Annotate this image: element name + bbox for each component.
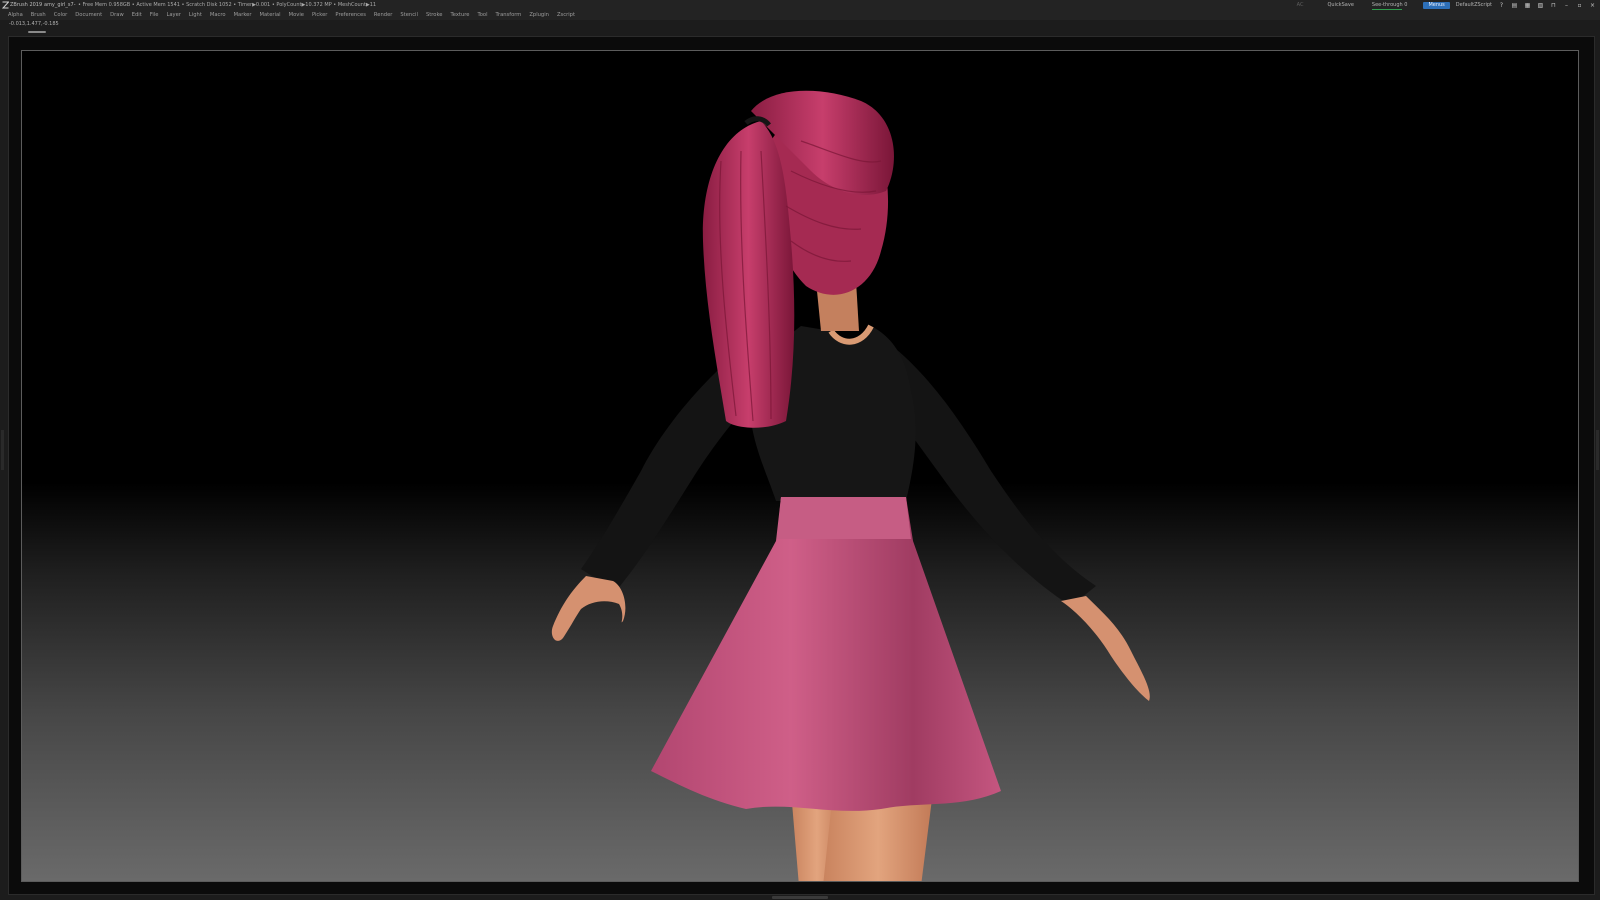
menu-picker[interactable]: Picker xyxy=(312,10,327,20)
menu-stencil[interactable]: Stencil xyxy=(400,10,418,20)
skirt xyxy=(651,497,1001,811)
menu-transform[interactable]: Transform xyxy=(496,10,522,20)
menu-stroke[interactable]: Stroke xyxy=(426,10,443,20)
restore-icon[interactable]: ▫ xyxy=(1576,2,1583,9)
lock-icon[interactable]: ⊓ xyxy=(1550,2,1557,9)
bottom-tray-handle[interactable] xyxy=(772,896,828,899)
menu-preferences[interactable]: Preferences xyxy=(335,10,366,20)
menu-document[interactable]: Document xyxy=(75,10,102,20)
menu-render[interactable]: Render xyxy=(374,10,392,20)
menu-zscript[interactable]: Zscript xyxy=(557,10,575,20)
quicksave-button[interactable]: QuickSave xyxy=(1327,0,1353,10)
see-through-label: See-through 0 xyxy=(1371,2,1408,8)
left-tray-handle[interactable] xyxy=(1,430,4,470)
right-hand xyxy=(1061,596,1150,701)
viewport-3d[interactable] xyxy=(21,50,1579,882)
skirt-waistband xyxy=(777,497,911,539)
menu-material[interactable]: Material xyxy=(260,10,281,20)
sculpted-character xyxy=(551,90,1150,881)
menu-movie[interactable]: Movie xyxy=(289,10,304,20)
layout-3-icon[interactable]: ▧ xyxy=(1537,2,1544,9)
menu-items: Alpha Brush Color Document Draw Edit File Layer… xyxy=(8,10,575,20)
layout-2-icon[interactable]: ▦ xyxy=(1524,2,1531,9)
menu-bar: Alpha Brush Color Document Draw Edit File Layer… xyxy=(0,10,1600,20)
menus-button[interactable]: Menus xyxy=(1423,1,1450,9)
zbrush-logo-icon xyxy=(2,1,9,9)
menu-texture[interactable]: Texture xyxy=(450,10,469,20)
document-name: amy_girl_s7- xyxy=(44,2,76,8)
memory-stats: • Free Mem 0.958GB • Active Mem 1541 • S… xyxy=(78,2,377,8)
palette-slider[interactable] xyxy=(28,31,46,33)
menu-file[interactable]: File xyxy=(150,10,159,20)
default-zscript-button[interactable]: DefaultZScript xyxy=(1456,0,1492,10)
help-icon[interactable]: ? xyxy=(1498,2,1505,9)
menu-marker[interactable]: Marker xyxy=(234,10,252,20)
app-title: ZBrush 2019 xyxy=(10,2,43,8)
left-hand xyxy=(551,576,626,641)
see-through-slider[interactable]: See-through 0 xyxy=(1371,0,1408,10)
menu-alpha[interactable]: Alpha xyxy=(8,10,23,20)
menu-zplugin[interactable]: Zplugin xyxy=(529,10,549,20)
minimize-icon[interactable]: – xyxy=(1563,2,1570,9)
menu-tool[interactable]: Tool xyxy=(477,10,487,20)
coordinates-readout: -0.013,1.477,-0.185 xyxy=(9,21,59,27)
layout-icon[interactable]: ▤ xyxy=(1511,2,1518,9)
close-icon[interactable]: × xyxy=(1589,2,1596,9)
menu-color[interactable]: Color xyxy=(54,10,68,20)
menu-edit[interactable]: Edit xyxy=(132,10,142,20)
right-tray-handle[interactable] xyxy=(1596,430,1599,470)
menu-light[interactable]: Light xyxy=(189,10,202,20)
menu-brush[interactable]: Brush xyxy=(31,10,46,20)
ac-button[interactable]: AC xyxy=(1297,0,1304,10)
menu-draw[interactable]: Draw xyxy=(110,10,124,20)
menu-macro[interactable]: Macro xyxy=(210,10,226,20)
titlebar-right: AC QuickSave See-through 0 Menus Default… xyxy=(1297,0,1596,10)
menu-layer[interactable]: Layer xyxy=(166,10,180,20)
title-bar: ZBrush 2019 amy_girl_s7- • Free Mem 0.95… xyxy=(0,0,1600,10)
